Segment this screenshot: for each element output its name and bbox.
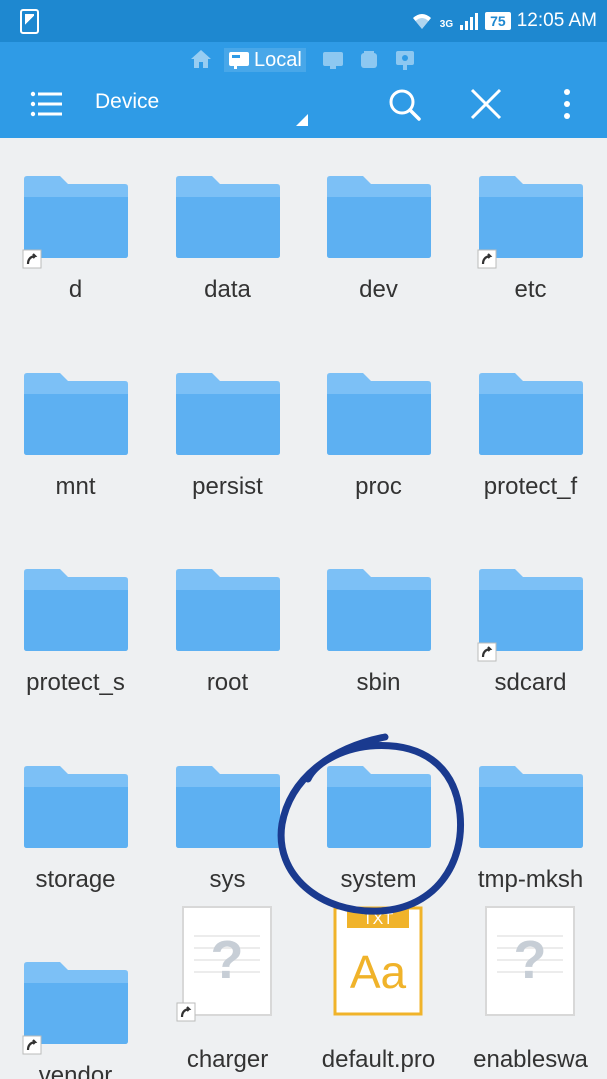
file-name: enableswa	[473, 1046, 588, 1073]
unknown-file-icon: ?	[182, 906, 272, 1016]
app-bar: Local Device	[0, 42, 607, 138]
network-type: 3G	[439, 18, 454, 30]
file-item[interactable]: sdcard	[455, 531, 606, 727]
file-name: storage	[35, 865, 116, 893]
folder-icon	[24, 569, 128, 651]
file-item[interactable]: etc	[455, 138, 606, 334]
cloud-location-icon[interactable]	[358, 50, 380, 70]
home-icon[interactable]	[190, 49, 212, 69]
folder-icon	[176, 569, 280, 651]
file-item[interactable]: protect_s	[0, 531, 151, 727]
file-item[interactable]: data	[152, 138, 303, 334]
more-vertical-icon[interactable]	[555, 86, 579, 122]
file-name: protect_f	[483, 472, 578, 500]
file-name: sbin	[356, 669, 401, 696]
text-file-glyph: Aa	[350, 946, 407, 998]
dropdown-indicator-icon[interactable]	[296, 114, 308, 126]
wifi-icon	[412, 14, 431, 29]
folder-icon	[327, 569, 431, 651]
file-name: data	[204, 276, 251, 303]
file-item[interactable]: system	[303, 728, 454, 924]
status-bar: 3G 75 12:05 AM	[0, 0, 607, 42]
file-name: system	[340, 865, 417, 893]
file-item[interactable]: proc	[303, 335, 454, 531]
file-item[interactable]: dev	[303, 138, 454, 334]
file-item[interactable]: sys	[152, 728, 303, 924]
ftp-location-icon[interactable]	[394, 50, 416, 72]
file-item[interactable]: persist	[152, 335, 303, 531]
file-item[interactable]: protect_f	[455, 335, 606, 531]
file-item[interactable]: root	[152, 531, 303, 727]
page-title[interactable]: Device	[95, 90, 159, 114]
unknown-file-icon: ?	[485, 906, 575, 1016]
file-name: dev	[359, 276, 398, 303]
file-type-badge: TXT	[363, 911, 393, 928]
shortcut-icon	[176, 1002, 196, 1022]
file-grid: d data dev etc mnt persist proc protect_fprotec…	[0, 138, 607, 1079]
file-name: mnt	[55, 472, 96, 500]
signal-icon	[460, 13, 479, 30]
file-name: proc	[355, 472, 402, 500]
text-file-icon: TXT Aa	[333, 906, 423, 1016]
file-name: sys	[209, 865, 246, 893]
shortcut-icon	[22, 249, 42, 269]
folder-icon	[479, 176, 583, 258]
folder-icon	[479, 569, 583, 651]
notification-app-icon	[20, 9, 39, 34]
file-item[interactable]: mnt	[0, 335, 151, 531]
file-item[interactable]: vendor	[0, 924, 151, 1079]
svg-text:?: ?	[514, 930, 547, 990]
folder-icon	[24, 765, 128, 848]
close-icon[interactable]	[468, 86, 504, 122]
network-location-icon[interactable]	[322, 50, 344, 70]
shortcut-icon	[477, 642, 497, 662]
clock: 12:05 AM	[516, 10, 597, 31]
folder-icon	[327, 372, 431, 455]
file-name: root	[206, 669, 249, 696]
status-indicators: 3G 75 12:05 AM	[410, 0, 597, 42]
shortcut-icon	[477, 249, 497, 269]
file-name: charger	[186, 1046, 269, 1073]
location-local[interactable]: Local	[224, 48, 306, 72]
file-name: etc	[514, 276, 547, 303]
file-item[interactable]: storage	[0, 728, 151, 924]
file-name: tmp-mksh	[477, 865, 584, 893]
file-item[interactable]: tmp-mksh	[455, 728, 606, 924]
folder-icon	[479, 372, 583, 455]
file-name: vendor	[38, 1062, 113, 1079]
file-name: default.pro	[321, 1046, 436, 1073]
file-name: d	[68, 276, 83, 303]
file-item[interactable]: d	[0, 138, 151, 334]
folder-icon	[24, 962, 128, 1044]
folder-icon	[176, 372, 280, 455]
folder-icon	[24, 176, 128, 258]
file-item[interactable]: TXT Aa default.pro	[303, 906, 454, 1079]
folder-icon	[176, 765, 280, 848]
folder-icon	[327, 765, 431, 848]
battery-indicator: 75	[485, 12, 511, 30]
location-label: Local	[254, 48, 302, 71]
file-name: protect_s	[26, 669, 125, 696]
file-item[interactable]: sbin	[303, 531, 454, 727]
folder-icon	[176, 176, 280, 258]
menu-icon[interactable]	[26, 86, 66, 122]
shortcut-icon	[22, 1035, 42, 1055]
file-item[interactable]: ? charger	[152, 906, 303, 1079]
file-item[interactable]: ? enableswa	[455, 906, 606, 1079]
svg-text:?: ?	[211, 930, 244, 990]
file-name: persist	[192, 472, 263, 500]
folder-icon	[327, 176, 431, 258]
folder-icon	[24, 372, 128, 455]
search-icon[interactable]	[386, 86, 422, 122]
folder-icon	[479, 765, 583, 848]
file-name: sdcard	[494, 669, 567, 696]
phone-storage-icon	[229, 52, 249, 69]
location-bar: Local	[0, 46, 607, 74]
